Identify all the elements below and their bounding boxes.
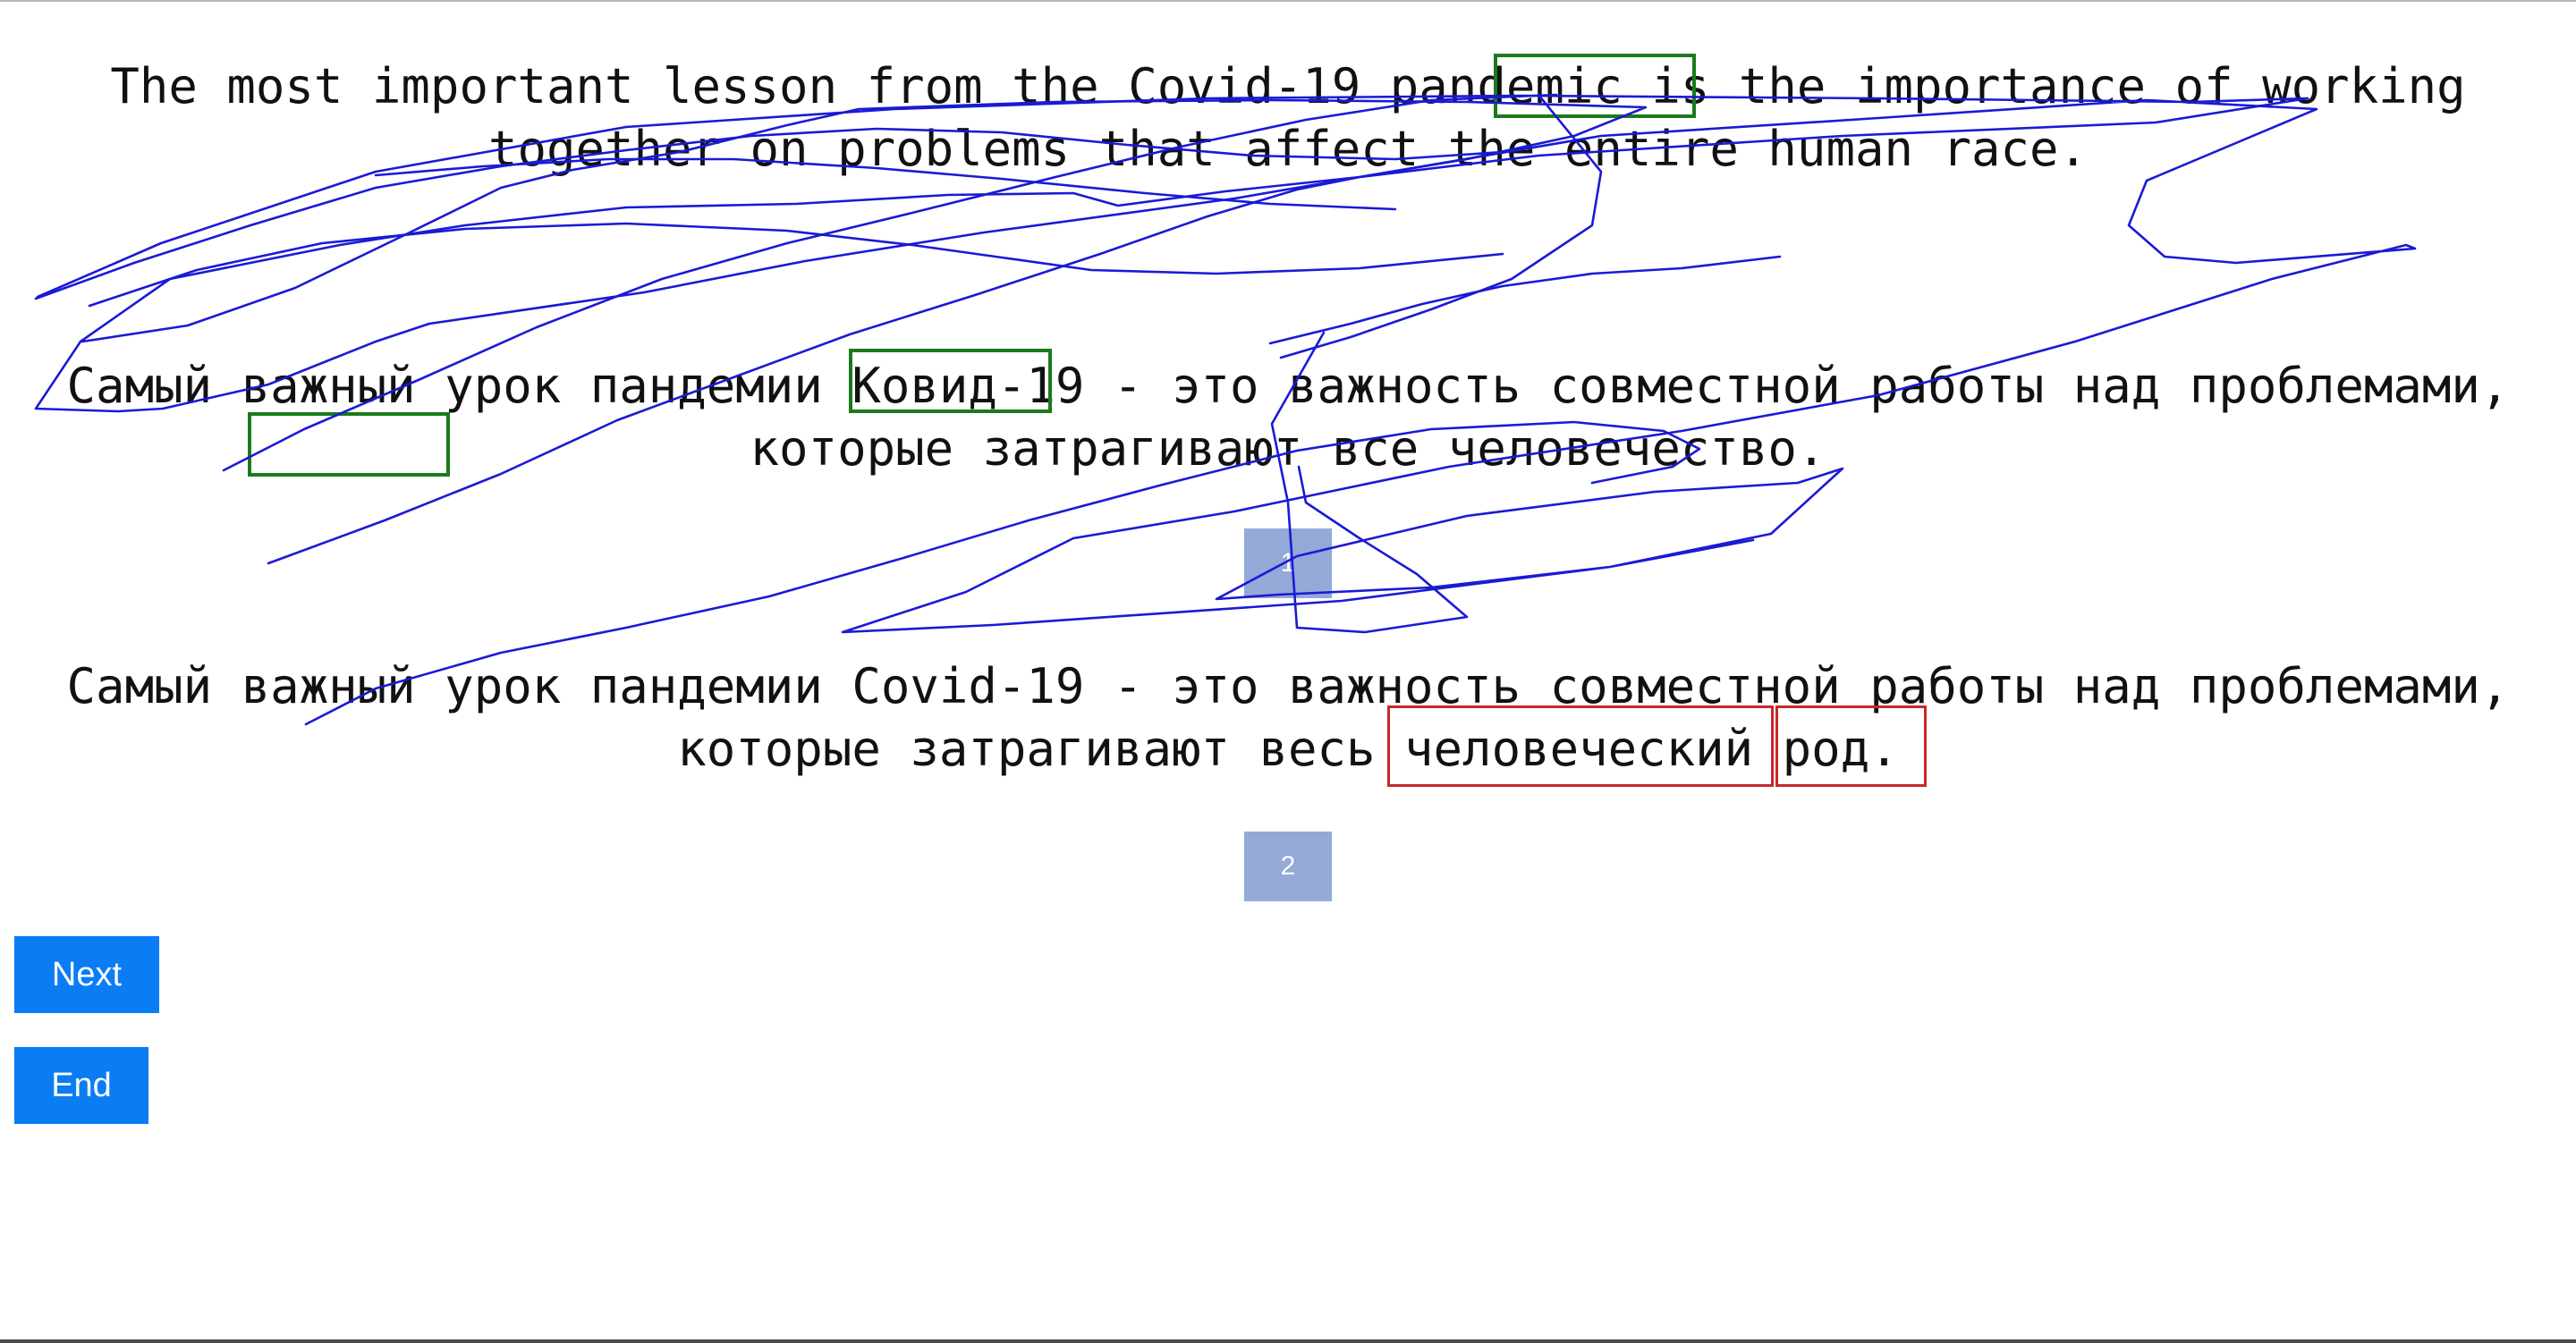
highlight-translation-empty-slot[interactable] [248,412,450,477]
source-sentence: The most important lesson from the Covid… [110,58,2466,177]
translation-number-badge-2: 2 [1244,832,1332,901]
end-button[interactable]: End [14,1047,148,1124]
translation-number-badge-1: 1 [1244,528,1332,598]
annotation-canvas: The most important lesson from the Covid… [0,0,2576,1343]
scribble-stroke-9 [88,222,1504,308]
highlight-translation-kovid[interactable] [849,349,1052,413]
scribble-stroke-8 [1268,255,1782,345]
next-button[interactable]: Next [14,936,159,1013]
highlight-translation-chelovecheskiy[interactable] [1387,705,1774,787]
highlight-translation-rod[interactable] [1775,705,1927,787]
highlight-source-pandemic[interactable] [1494,54,1696,118]
translation-sentence-2: Самый важный урок пандемии Covid-19 - эт… [66,658,2510,777]
